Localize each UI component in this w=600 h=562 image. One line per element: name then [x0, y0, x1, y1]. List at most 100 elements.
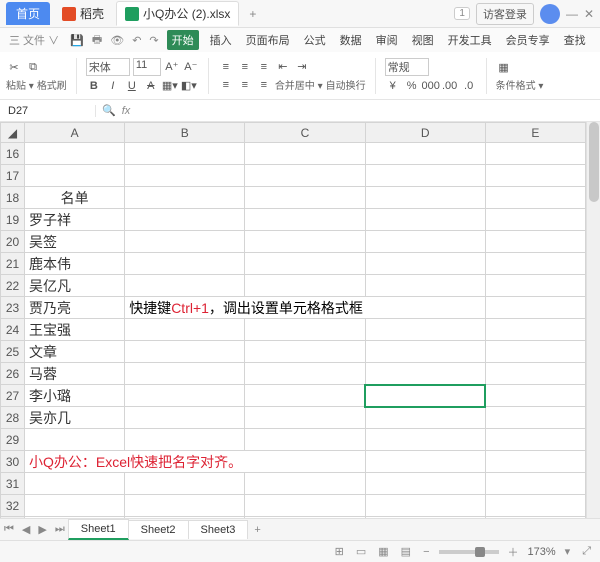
view-reading-icon[interactable]: ▤	[398, 545, 414, 558]
sheet-tab-3[interactable]: Sheet3	[188, 520, 249, 539]
avatar[interactable]	[540, 4, 560, 24]
cell-A30-footer[interactable]: 小Q办公：Excel快速把名字对齐。	[25, 451, 366, 473]
indent-dec-icon[interactable]: ⇤	[275, 59, 291, 75]
cell[interactable]	[485, 451, 585, 473]
merge-button[interactable]: 合并居中 ▾	[275, 77, 323, 92]
font-size-select[interactable]: 11	[133, 58, 161, 76]
zoom-knob[interactable]	[475, 547, 485, 557]
row-header[interactable]: 31	[1, 473, 25, 495]
cell[interactable]	[25, 143, 125, 165]
format-painter-button[interactable]: 格式刷	[37, 77, 67, 92]
cell[interactable]	[365, 429, 485, 451]
cut-icon[interactable]: ✂	[6, 59, 22, 75]
copy-icon[interactable]: ⧉	[25, 59, 41, 75]
comma-icon[interactable]: 000	[423, 78, 439, 94]
row-header[interactable]: 30	[1, 451, 25, 473]
align-mid-icon[interactable]: ≡	[237, 59, 253, 75]
cell[interactable]	[485, 473, 585, 495]
row-header[interactable]: 28	[1, 407, 25, 429]
row-header[interactable]: 25	[1, 341, 25, 363]
cond-fmt-icon[interactable]: ▦	[496, 59, 512, 75]
zoom-dropdown-icon[interactable]: ▾	[562, 545, 574, 558]
cell-A26[interactable]: 马蓉	[25, 363, 125, 385]
cell[interactable]	[245, 407, 365, 429]
sheet-tab-1[interactable]: Sheet1	[68, 519, 129, 540]
cell[interactable]	[485, 187, 585, 209]
row-header[interactable]: 16	[1, 143, 25, 165]
cell-A19[interactable]: 罗子祥	[25, 209, 125, 231]
vertical-scrollbar[interactable]	[586, 122, 600, 518]
save-icon[interactable]: 💾	[70, 34, 84, 47]
paste-button[interactable]: 粘贴 ▾	[6, 77, 34, 92]
cell[interactable]	[485, 253, 585, 275]
row-header[interactable]: 33	[1, 517, 25, 519]
cell[interactable]	[125, 231, 245, 253]
cell[interactable]	[365, 473, 485, 495]
row-header[interactable]: 32	[1, 495, 25, 517]
sheet-tab-2[interactable]: Sheet2	[128, 520, 189, 539]
cell-A28[interactable]: 吴亦几	[25, 407, 125, 429]
cell[interactable]	[365, 253, 485, 275]
cell[interactable]	[365, 187, 485, 209]
cell[interactable]	[365, 495, 485, 517]
row-header[interactable]: 24	[1, 319, 25, 341]
cell[interactable]	[485, 231, 585, 253]
sync-status[interactable]: ⟲ 未同步	[597, 30, 600, 50]
row-header[interactable]: 26	[1, 363, 25, 385]
name-box[interactable]: D27	[0, 105, 96, 117]
cell-A22[interactable]: 吴亿凡	[25, 275, 125, 297]
cell[interactable]	[125, 319, 245, 341]
ribbon-tab-data[interactable]: 数据	[337, 30, 365, 50]
zoom-in-icon[interactable]: ＋	[505, 544, 522, 560]
add-tab-button[interactable]: +	[243, 7, 262, 21]
cell[interactable]	[245, 429, 365, 451]
font-shrink-icon[interactable]: A⁻	[183, 59, 199, 75]
font-name-select[interactable]: 宋体	[86, 58, 130, 76]
ribbon-tab-insert[interactable]: 插入	[207, 30, 235, 50]
cell[interactable]	[125, 429, 245, 451]
row-header[interactable]: 20	[1, 231, 25, 253]
cell[interactable]	[365, 319, 485, 341]
border-button[interactable]: ▦▾	[162, 78, 178, 94]
selected-cell-D27[interactable]	[365, 385, 485, 407]
cell[interactable]	[245, 517, 365, 519]
cell[interactable]	[365, 231, 485, 253]
cell[interactable]	[125, 187, 245, 209]
fx-label[interactable]: fx	[122, 105, 131, 117]
undo-icon[interactable]: ↶	[132, 34, 141, 47]
cell[interactable]	[485, 275, 585, 297]
font-grow-icon[interactable]: A⁺	[164, 59, 180, 75]
cell[interactable]	[245, 495, 365, 517]
cell[interactable]	[245, 143, 365, 165]
row-header[interactable]: 27	[1, 385, 25, 407]
align-left-icon[interactable]: ≡	[218, 77, 234, 93]
cell[interactable]	[245, 209, 365, 231]
cell[interactable]	[245, 275, 365, 297]
row-header[interactable]: 21	[1, 253, 25, 275]
row-header[interactable]: 29	[1, 429, 25, 451]
wrap-button[interactable]: 自动换行	[326, 77, 366, 92]
italic-button[interactable]: I	[105, 78, 121, 94]
cell[interactable]	[125, 143, 245, 165]
bold-button[interactable]: B	[86, 78, 102, 94]
col-header-C[interactable]: C	[245, 123, 365, 143]
cell[interactable]	[25, 517, 125, 519]
row-header[interactable]: 23	[1, 297, 25, 319]
row-header[interactable]: 18	[1, 187, 25, 209]
ribbon-tab-search[interactable]: 查找	[561, 30, 589, 50]
preview-icon[interactable]: 👁	[110, 34, 124, 47]
currency-icon[interactable]: ¥	[385, 78, 401, 94]
cell[interactable]	[365, 143, 485, 165]
indent-inc-icon[interactable]: ⇥	[294, 59, 310, 75]
cell[interactable]	[365, 407, 485, 429]
cell[interactable]	[125, 385, 245, 407]
align-top-icon[interactable]: ≡	[218, 59, 234, 75]
cell[interactable]	[485, 517, 585, 519]
cell[interactable]	[365, 165, 485, 187]
ribbon-tab-start[interactable]: 开始	[167, 30, 199, 50]
zoom-out-icon[interactable]: −	[420, 546, 432, 558]
cell[interactable]	[25, 165, 125, 187]
cell[interactable]	[245, 473, 365, 495]
ribbon-tab-layout[interactable]: 页面布局	[243, 30, 293, 50]
cell[interactable]	[485, 209, 585, 231]
